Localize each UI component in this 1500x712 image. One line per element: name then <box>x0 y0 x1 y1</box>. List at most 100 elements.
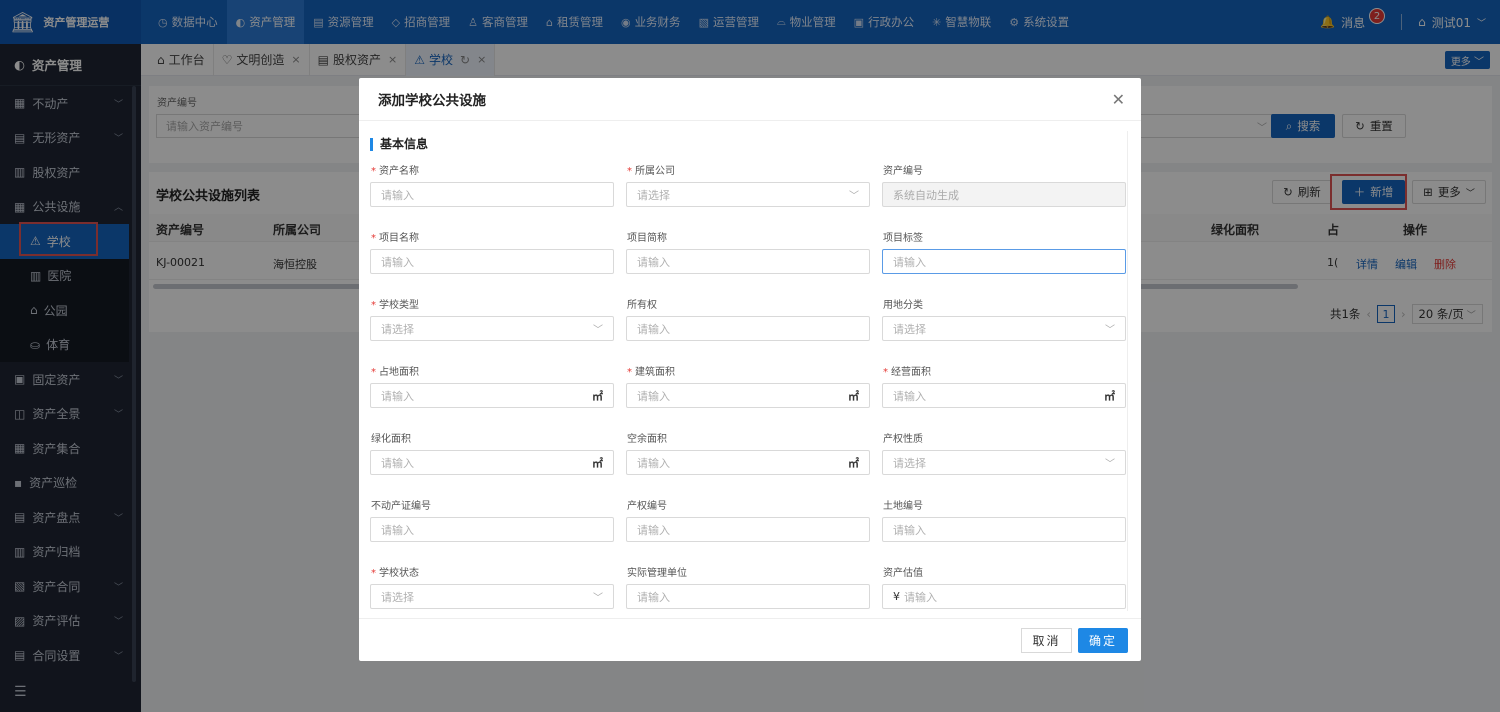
field-label-text: 用地分类 <box>883 300 923 311</box>
field-label-text: 项目标签 <box>883 233 923 244</box>
currency-prefix: ¥ <box>893 590 900 603</box>
required-mark: * <box>883 367 888 378</box>
unit-suffix: ㎡ <box>848 389 859 403</box>
input-field[interactable]: 请输入 <box>370 182 614 207</box>
cancel-button[interactable]: 取消 <box>1021 628 1072 653</box>
field-label-text: 产权性质 <box>883 434 923 445</box>
modal-title: 添加学校公共设施 <box>359 78 1141 121</box>
required-mark: * <box>371 166 376 177</box>
field-placeholder: 请输入 <box>904 590 937 604</box>
field-label: * 经营面积 <box>883 363 931 378</box>
field-label: 空余面积 <box>627 430 667 445</box>
required-mark: * <box>627 166 632 177</box>
required-mark: * <box>627 367 632 378</box>
field-placeholder: 系统自动生成 <box>893 188 959 202</box>
field-placeholder: 请选择 <box>893 322 926 336</box>
field-label-text: 项目简称 <box>627 233 667 244</box>
select-field[interactable]: 请选择 ﹀ <box>882 450 1126 475</box>
field-label-text: 资产编号 <box>883 166 923 177</box>
unit-suffix: ㎡ <box>592 456 603 470</box>
field-placeholder: 请选择 <box>893 456 926 470</box>
field-label-text: 资产估值 <box>883 568 923 579</box>
confirm-button[interactable]: 确定 <box>1078 628 1128 653</box>
chevron-down-icon: ﹀ <box>1105 325 1115 336</box>
field-label: * 建筑面积 <box>627 363 675 378</box>
input-field[interactable]: 请输入 ㎡ <box>370 450 614 475</box>
chevron-down-icon: ﹀ <box>593 325 603 336</box>
field-label: 资产估值 <box>883 564 923 579</box>
field-placeholder: 请输入 <box>637 590 670 604</box>
modal-footer: 取消 确定 <box>359 618 1141 661</box>
field-label-text: 不动产证编号 <box>371 501 431 512</box>
field-placeholder: 请选择 <box>381 322 414 336</box>
field-label-text: 产权编号 <box>627 501 667 512</box>
input-field[interactable]: 请输入 ㎡ <box>370 383 614 408</box>
input-field[interactable]: 请输入 <box>882 249 1126 274</box>
field-placeholder: 请输入 <box>637 456 670 470</box>
modal-scrollbar-track <box>1127 131 1128 611</box>
field-label-text: 绿化面积 <box>371 434 411 445</box>
unit-suffix: ㎡ <box>592 389 603 403</box>
chevron-down-icon: ﹀ <box>593 593 603 604</box>
required-mark: * <box>371 233 376 244</box>
modal-body: 基本信息 * 资产名称 请输入 * 所属公司 请选择 ﹀ 资产编号 系统自动生成 * 项目名称 请输入… <box>359 121 1141 618</box>
select-field[interactable]: 请选择 ﹀ <box>370 584 614 609</box>
input-field[interactable]: ¥ 请输入 <box>882 584 1126 609</box>
field-label: 产权编号 <box>627 497 667 512</box>
field-placeholder: 请输入 <box>381 389 414 403</box>
field-label-text: 项目名称 <box>379 233 419 244</box>
required-mark: * <box>371 300 376 311</box>
select-field[interactable]: 请选择 ﹀ <box>626 182 870 207</box>
input-field[interactable]: 请输入 <box>626 249 870 274</box>
field-label: 实际管理单位 <box>627 564 687 579</box>
unit-suffix: ㎡ <box>1104 389 1115 403</box>
field-placeholder: 请输入 <box>893 255 926 269</box>
field-placeholder: 请输入 <box>381 188 414 202</box>
field-label-text: 所属公司 <box>635 166 675 177</box>
select-field[interactable]: 请选择 ﹀ <box>882 316 1126 341</box>
input-field[interactable]: 请输入 ㎡ <box>626 383 870 408</box>
field-placeholder: 请输入 <box>637 389 670 403</box>
field-label: * 项目名称 <box>371 229 419 244</box>
field-placeholder: 请输入 <box>893 523 926 537</box>
field-label: * 学校状态 <box>371 564 419 579</box>
required-mark: * <box>371 367 376 378</box>
field-label-text: 建筑面积 <box>635 367 675 378</box>
field-placeholder: 请输入 <box>893 389 926 403</box>
field-placeholder: 请输入 <box>381 456 414 470</box>
field-label: 资产编号 <box>883 162 923 177</box>
field-label-text: 占地面积 <box>379 367 419 378</box>
input-field: 系统自动生成 <box>882 182 1126 207</box>
field-label: 用地分类 <box>883 296 923 311</box>
field-label-text: 土地编号 <box>883 501 923 512</box>
field-label-text: 资产名称 <box>379 166 419 177</box>
input-field[interactable]: 请输入 <box>626 316 870 341</box>
field-label: 项目标签 <box>883 229 923 244</box>
field-placeholder: 请输入 <box>637 523 670 537</box>
field-placeholder: 请选择 <box>381 590 414 604</box>
field-label-text: 所有权 <box>627 300 657 311</box>
field-label: 所有权 <box>627 296 657 311</box>
field-label: * 资产名称 <box>371 162 419 177</box>
field-label: 项目简称 <box>627 229 667 244</box>
field-label-text: 学校状态 <box>379 568 419 579</box>
field-label: * 所属公司 <box>627 162 675 177</box>
chevron-down-icon: ﹀ <box>849 191 859 202</box>
input-field[interactable]: 请输入 <box>370 517 614 542</box>
required-mark: * <box>371 568 376 579</box>
field-placeholder: 请输入 <box>381 255 414 269</box>
input-field[interactable]: 请输入 ㎡ <box>626 450 870 475</box>
input-field[interactable]: 请输入 <box>626 517 870 542</box>
field-label-text: 实际管理单位 <box>627 568 687 579</box>
field-placeholder: 请输入 <box>637 322 670 336</box>
input-field[interactable]: 请输入 <box>626 584 870 609</box>
field-label: * 占地面积 <box>371 363 419 378</box>
field-label-text: 经营面积 <box>891 367 931 378</box>
field-label: 绿化面积 <box>371 430 411 445</box>
select-field[interactable]: 请选择 ﹀ <box>370 316 614 341</box>
close-icon[interactable]: ✕ <box>1112 90 1125 109</box>
input-field[interactable]: 请输入 <box>882 517 1126 542</box>
chevron-down-icon: ﹀ <box>1105 459 1115 470</box>
input-field[interactable]: 请输入 <box>370 249 614 274</box>
input-field[interactable]: 请输入 ㎡ <box>882 383 1126 408</box>
